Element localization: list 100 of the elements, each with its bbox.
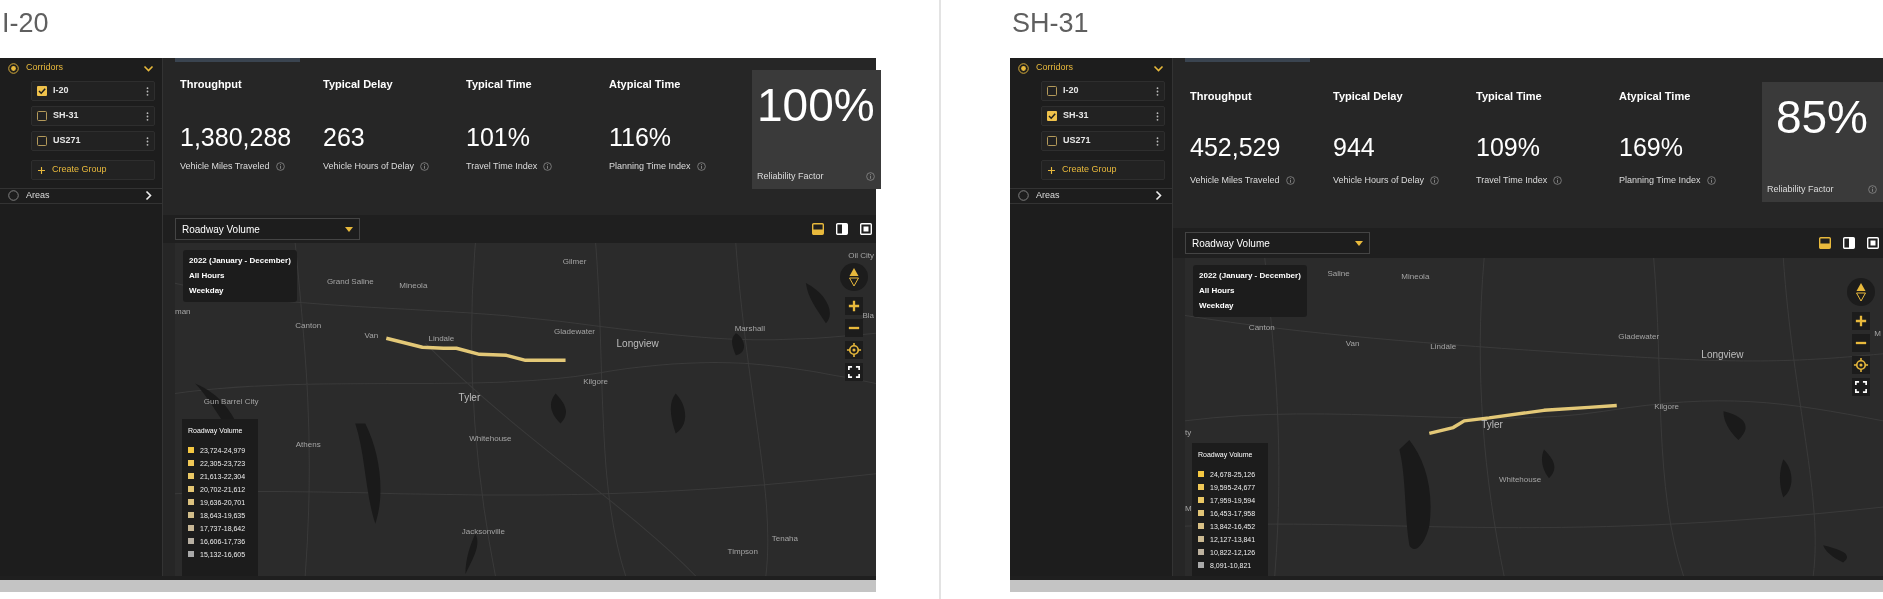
fullscreen-button[interactable] bbox=[1852, 378, 1870, 396]
radio-icon[interactable] bbox=[8, 190, 19, 202]
map-place-label: Lindale bbox=[428, 332, 455, 345]
corridor-item[interactable]: SH-31 bbox=[31, 106, 155, 126]
map-place-label: Longview bbox=[1701, 348, 1744, 363]
chevron-right-icon[interactable] bbox=[1153, 190, 1164, 202]
compass-icon[interactable] bbox=[840, 263, 868, 291]
kebab-menu-icon[interactable] bbox=[146, 136, 149, 146]
map-place-label: Whitehouse bbox=[469, 432, 512, 445]
radio-icon[interactable] bbox=[8, 62, 19, 74]
metric-title: Typical Delay bbox=[1333, 89, 1404, 104]
info-text: Weekday bbox=[1199, 300, 1235, 312]
zoom-out-button[interactable] bbox=[845, 319, 863, 337]
map-place-label: Gilmer bbox=[562, 256, 587, 269]
info-text: All Hours bbox=[189, 270, 226, 282]
map-place-label: Gladewater bbox=[1618, 331, 1660, 344]
info-icon[interactable] bbox=[865, 171, 875, 181]
metric-caption: Vehicle Hours of Delay bbox=[1333, 174, 1425, 187]
checkbox[interactable] bbox=[1047, 86, 1057, 96]
checkbox[interactable] bbox=[37, 136, 47, 146]
corridor-item[interactable]: I-20 bbox=[1041, 81, 1165, 101]
map-place-label: Lindale bbox=[1430, 340, 1457, 353]
metric-value: 452,529 bbox=[1190, 132, 1282, 163]
info-icon[interactable] bbox=[1285, 176, 1295, 186]
metric-title: Throughput bbox=[1190, 89, 1253, 104]
metric-caption: Vehicle Hours of Delay bbox=[323, 160, 415, 173]
info-icon[interactable] bbox=[1868, 184, 1877, 194]
layer-dropdown[interactable]: Roadway Volume bbox=[1185, 232, 1370, 254]
map-place-label: Longview bbox=[616, 337, 659, 352]
info-icon[interactable] bbox=[275, 162, 285, 172]
sidebar-group-row[interactable]: Areas bbox=[1010, 188, 1172, 204]
create-group-button[interactable]: Create Group bbox=[1041, 160, 1165, 180]
map-place-label: Tyler bbox=[458, 390, 481, 405]
corridor-item[interactable]: I-20 bbox=[31, 81, 155, 101]
info-icon[interactable] bbox=[696, 162, 706, 172]
create-group-button[interactable]: Create Group bbox=[31, 160, 155, 180]
locate-button[interactable] bbox=[1852, 356, 1870, 374]
checkbox[interactable] bbox=[37, 86, 47, 96]
checkbox[interactable] bbox=[37, 111, 47, 121]
metric-caption: Reliability Factor bbox=[1767, 182, 1834, 196]
metric-caption: Vehicle Miles Traveled bbox=[1190, 174, 1280, 187]
locate-button[interactable] bbox=[845, 341, 863, 359]
zoom-in-button[interactable] bbox=[845, 297, 863, 315]
info-text: 2022 (January - December) bbox=[1199, 270, 1301, 282]
info-icon[interactable] bbox=[1553, 176, 1563, 186]
info-icon[interactable] bbox=[1430, 176, 1440, 186]
compass-icon[interactable] bbox=[1847, 278, 1875, 306]
sidebar-group-row[interactable]: Areas bbox=[0, 188, 162, 204]
corridor-item[interactable]: US271 bbox=[31, 131, 155, 151]
map-place-label: Gladewater bbox=[554, 326, 595, 339]
info-icon[interactable] bbox=[543, 162, 553, 172]
map-place-label: Athens bbox=[295, 439, 321, 452]
info-icon[interactable] bbox=[420, 162, 430, 172]
sidebar-group-row[interactable]: Corridors bbox=[0, 58, 162, 78]
radio-icon[interactable] bbox=[1018, 62, 1029, 74]
checkbox[interactable] bbox=[1047, 111, 1057, 121]
metric-title: Typical Time bbox=[466, 77, 533, 92]
fullscreen-button[interactable] bbox=[845, 363, 863, 381]
map-place-label: M bbox=[1874, 327, 1881, 340]
map-place-label: Bla bbox=[862, 309, 874, 322]
kebab-menu-icon[interactable] bbox=[146, 111, 149, 121]
kebab-menu-icon[interactable] bbox=[1156, 136, 1159, 146]
map-place-label: Timpson bbox=[727, 546, 758, 558]
metric-title: Typical Time bbox=[1476, 89, 1543, 104]
info-icon[interactable] bbox=[1706, 176, 1716, 186]
metric-title: Atypical Time bbox=[1619, 89, 1692, 104]
map-place-label: Mineola bbox=[1401, 270, 1430, 283]
map-place-label: Tenaha bbox=[771, 532, 798, 545]
sidebar-group-row[interactable]: Corridors bbox=[1010, 58, 1172, 78]
metric-caption: Planning Time Index bbox=[1619, 174, 1701, 187]
kebab-menu-icon[interactable] bbox=[1156, 86, 1159, 96]
corridor-item[interactable]: US271 bbox=[1041, 131, 1165, 151]
radio-icon[interactable] bbox=[1018, 190, 1029, 202]
plus-icon bbox=[1048, 166, 1055, 174]
map-place-label: Canton bbox=[1248, 321, 1275, 334]
info-text: All Hours bbox=[1199, 285, 1236, 297]
map-place-label: Tyler bbox=[1481, 418, 1503, 432]
map-place-label: Whitehouse bbox=[1498, 474, 1542, 487]
map-place-label: Canton bbox=[295, 319, 322, 332]
map-place-label: Marshall bbox=[734, 322, 765, 335]
map-place-label: Van bbox=[364, 329, 379, 342]
zoom-in-button[interactable] bbox=[1852, 312, 1870, 330]
map-place-label: Grand Saline bbox=[326, 276, 374, 289]
metric-caption: Reliability Factor bbox=[757, 169, 824, 183]
kebab-menu-icon[interactable] bbox=[1156, 111, 1159, 121]
metric-value: 85% bbox=[1774, 92, 1870, 142]
metric-value: 109% bbox=[1476, 132, 1541, 163]
map-place-label: Mineola bbox=[399, 279, 428, 292]
zoom-out-button[interactable] bbox=[1852, 334, 1870, 352]
layer-dropdown[interactable]: Roadway Volume bbox=[175, 218, 360, 240]
checkbox[interactable] bbox=[1047, 136, 1057, 146]
chevron-right-icon[interactable] bbox=[143, 190, 154, 202]
layout-view-icon[interactable] bbox=[812, 223, 824, 235]
info-text: Weekday bbox=[189, 285, 225, 297]
map-place-label: Oil City bbox=[848, 249, 874, 262]
layout-view-icon[interactable] bbox=[1819, 237, 1831, 249]
map-place-label: man bbox=[175, 306, 191, 319]
corridor-item[interactable]: SH-31 bbox=[1041, 106, 1165, 126]
map-place-label: Jacksonville bbox=[461, 526, 505, 539]
kebab-menu-icon[interactable] bbox=[146, 86, 149, 96]
